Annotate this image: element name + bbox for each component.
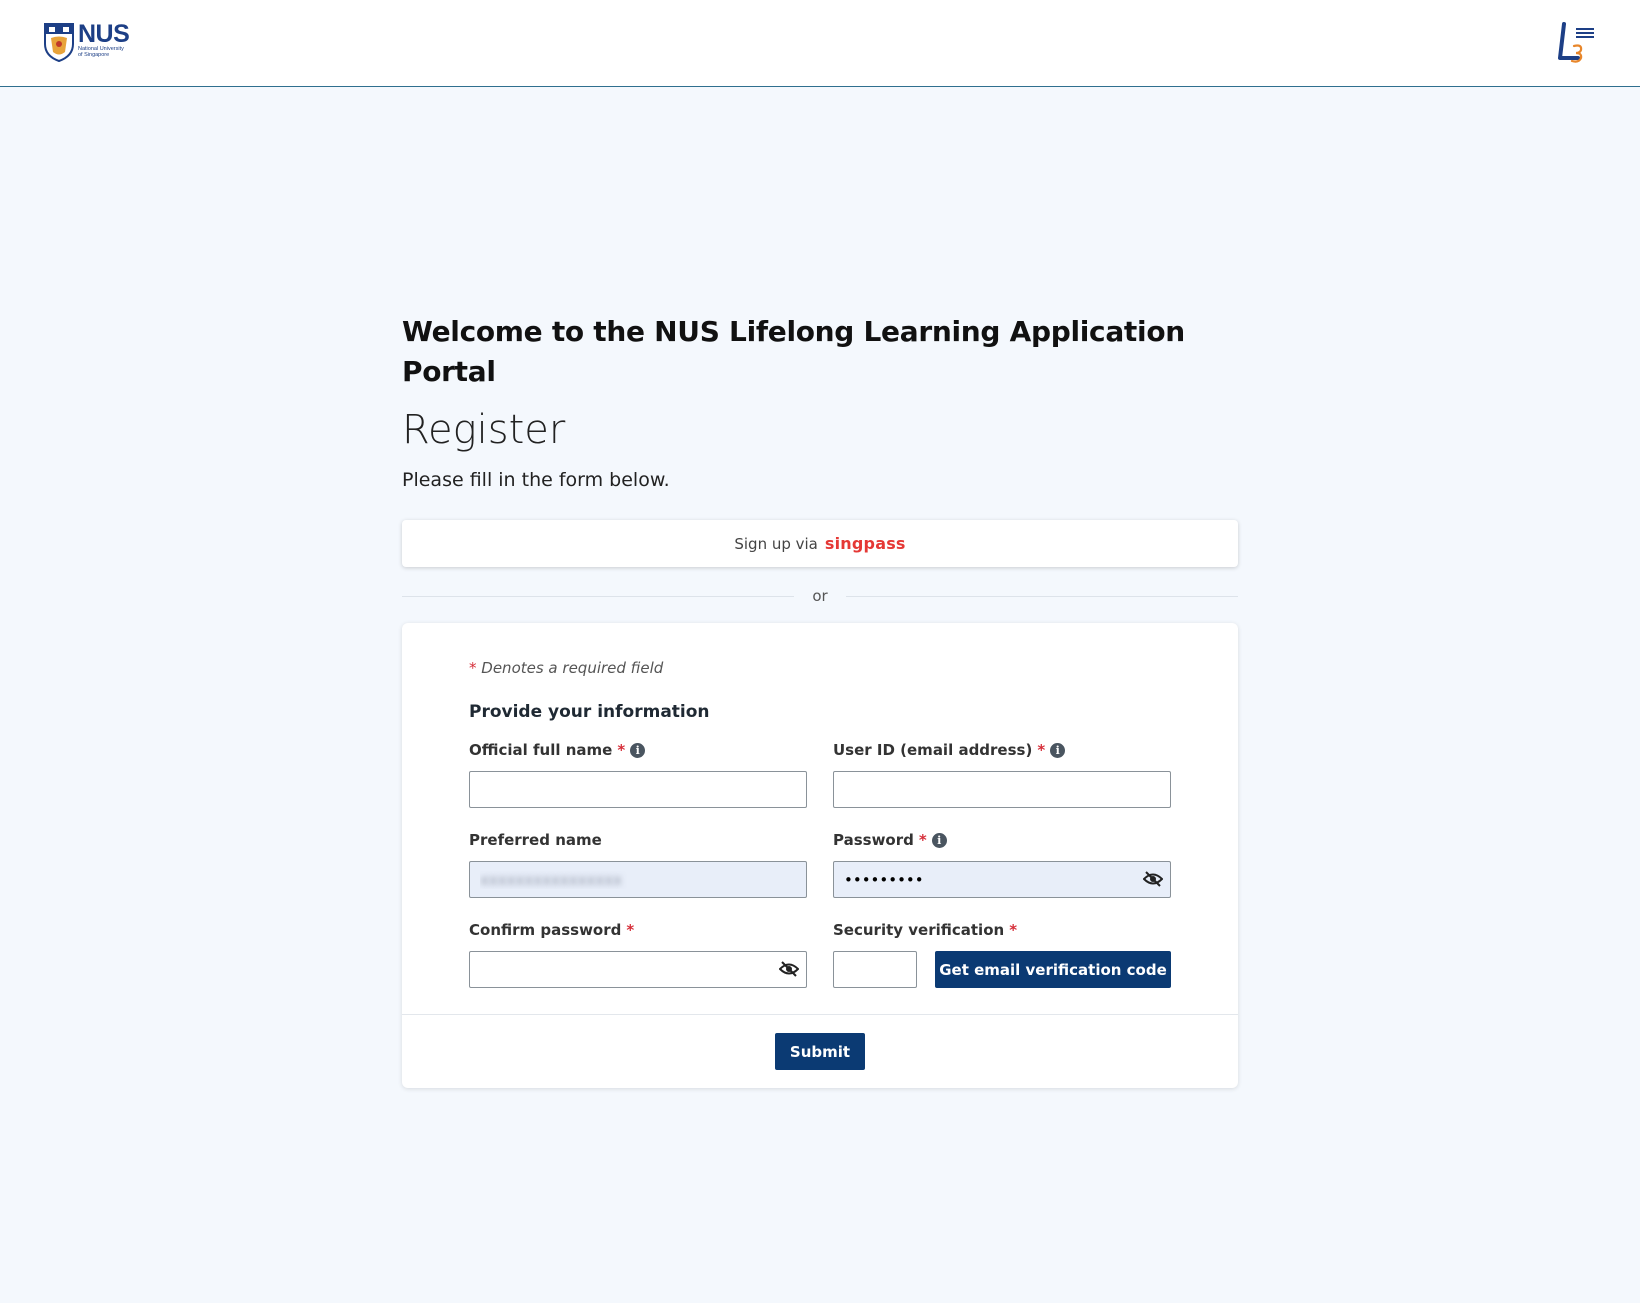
user-id-input[interactable]	[833, 771, 1171, 808]
required-star: *	[469, 659, 477, 677]
field-full-name: Official full name * i	[469, 739, 807, 808]
nus-logo-text: NUS National University of Singapore	[78, 20, 130, 59]
confirm-password-input-wrap	[469, 951, 807, 988]
user-id-label-text: User ID (email address)	[833, 741, 1033, 759]
field-preferred-name: Preferred name	[469, 829, 807, 898]
confirm-password-label-text: Confirm password	[469, 921, 622, 939]
required-note-text: Denotes a required field	[481, 659, 664, 677]
full-name-input-wrap	[469, 771, 807, 808]
or-divider: or	[402, 581, 1239, 611]
preferred-name-label: Preferred name	[469, 829, 807, 851]
confirm-password-input[interactable]	[469, 951, 807, 988]
password-label-text: Password	[833, 831, 914, 849]
required-star: *	[617, 741, 626, 759]
form-footer: Submit	[402, 1014, 1238, 1088]
get-verification-code-button[interactable]: Get email verification code	[935, 951, 1171, 988]
info-icon[interactable]: i	[931, 832, 947, 848]
nus-logo[interactable]: NUS National University of Singapore	[43, 20, 130, 62]
eye-slash-icon[interactable]	[779, 960, 799, 978]
top-header: NUS National University of Singapore	[0, 0, 1640, 87]
required-star: *	[1037, 741, 1046, 759]
info-icon[interactable]: i	[1050, 742, 1066, 758]
singpass-prefix: Sign up via	[734, 534, 818, 553]
divider-line-left	[402, 595, 795, 597]
intro-text: Please fill in the form below.	[402, 469, 670, 491]
verification-code-input[interactable]	[833, 951, 917, 988]
required-star: *	[626, 921, 635, 939]
singpass-signup-button[interactable]: Sign up via singpass	[402, 520, 1238, 567]
page-title: Register	[402, 407, 566, 453]
field-confirm-password: Confirm password *	[469, 919, 807, 988]
full-name-label: Official full name * i	[469, 739, 807, 761]
divider-line-right	[845, 595, 1239, 597]
nus-subtitle-2: of Singapore	[78, 52, 110, 58]
form-body: * Denotes a required field Provide your …	[402, 623, 1238, 1014]
confirm-password-label: Confirm password *	[469, 919, 807, 941]
register-form-card: * Denotes a required field Provide your …	[402, 623, 1238, 1088]
full-name-label-text: Official full name	[469, 741, 613, 759]
user-id-input-wrap	[833, 771, 1171, 808]
l3-logo-icon[interactable]	[1556, 22, 1600, 64]
password-label: Password * i	[833, 829, 1171, 851]
security-label-text: Security verification	[833, 921, 1005, 939]
required-star: *	[918, 831, 927, 849]
user-id-label: User ID (email address) * i	[833, 739, 1171, 761]
welcome-heading: Welcome to the NUS Lifelong Learning App…	[402, 315, 1185, 388]
password-input[interactable]	[833, 861, 1171, 898]
eye-slash-icon[interactable]	[1143, 870, 1163, 888]
required-star: *	[1009, 921, 1018, 939]
field-password: Password * i	[833, 829, 1171, 898]
preferred-name-label-text: Preferred name	[469, 831, 602, 849]
divider-text: or	[812, 587, 828, 605]
required-note: * Denotes a required field	[469, 659, 1171, 677]
nus-wordmark: NUS	[78, 20, 130, 48]
security-label: Security verification *	[833, 919, 1171, 941]
main-content: Welcome to the NUS Lifelong Learning App…	[402, 312, 1239, 1088]
verify-row: Get email verification code	[833, 951, 1171, 988]
submit-button[interactable]: Submit	[775, 1033, 865, 1070]
field-security-verification: Security verification * Get email verifi…	[833, 919, 1171, 988]
password-input-wrap	[833, 861, 1171, 898]
form-grid: Official full name * i User ID (email ad…	[469, 739, 1171, 988]
preferred-name-input[interactable]	[469, 861, 807, 898]
section-title: Provide your information	[469, 702, 710, 722]
field-user-id: User ID (email address) * i	[833, 739, 1171, 808]
full-name-input[interactable]	[469, 771, 807, 808]
nus-crest-icon	[44, 23, 74, 62]
singpass-logo: singpass	[824, 534, 906, 553]
info-icon[interactable]: i	[630, 742, 646, 758]
preferred-name-input-wrap	[469, 861, 807, 898]
